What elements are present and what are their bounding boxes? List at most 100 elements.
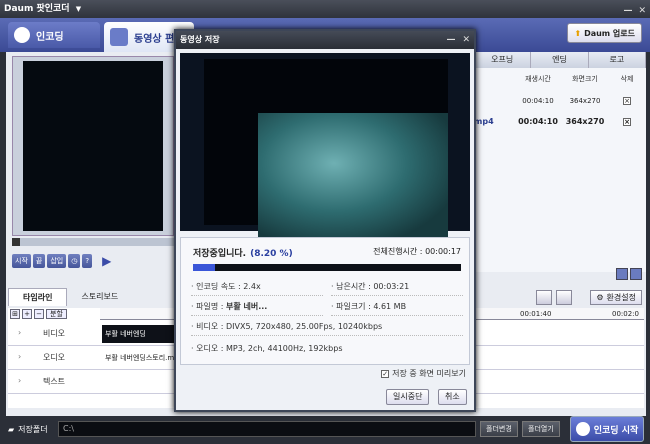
header-delete: 삭제 — [620, 75, 634, 83]
stat-video: · 비디오 : DIVX5, 720x480, 25.00Fps, 10240k… — [191, 318, 463, 336]
chevron-right-icon[interactable]: › — [18, 352, 21, 361]
seek-bar[interactable] — [12, 238, 174, 246]
status-label: 저장중입니다. — [193, 249, 247, 259]
preview-while-saving[interactable]: ✓ 저장 중 화면 미리보기 — [381, 368, 466, 379]
track-label: 텍스트 — [42, 377, 66, 386]
env-settings-label: 환경설정 — [606, 293, 636, 302]
total-time-value: 00:00:17 — [425, 247, 461, 256]
daum-upload-button[interactable]: ⬆ Daum 업로드 — [567, 23, 642, 43]
title-menu-arrow[interactable]: ▼ — [76, 5, 81, 13]
stat-audio: · 오디오 : MP3, 2ch, 44100Hz, 192kbps — [191, 344, 343, 353]
tab-encoding[interactable]: 인코딩 — [8, 22, 100, 48]
set-start-button[interactable]: 시작 — [12, 254, 31, 268]
clip-size: 364x270 — [569, 97, 601, 105]
total-time: 전체진행시간 : 00:00:17 — [373, 246, 461, 257]
chevron-right-icon[interactable]: › — [18, 328, 21, 337]
stat-speed: · 인코딩 속도 : 2.4x — [191, 278, 323, 296]
clock-icon[interactable]: ◷ — [68, 254, 81, 268]
filesize-label: 파일크기 : — [336, 302, 371, 311]
tab-timeline[interactable]: 타임라인 — [8, 288, 68, 306]
edit-tools-icon — [110, 28, 128, 46]
change-folder-button[interactable]: 폴더변경 — [480, 421, 518, 437]
folder-icon[interactable] — [536, 290, 552, 305]
set-end-button[interactable]: 끝 — [32, 254, 46, 268]
save-icon[interactable] — [556, 290, 572, 305]
preview-scene — [258, 113, 448, 239]
remaining-label: 남은시간 : — [336, 282, 371, 291]
speed-value: 2.4x — [243, 282, 261, 291]
video-clip[interactable]: 부활 네버엔딩 — [102, 324, 182, 343]
folder-label-text: 저장폴더 — [18, 425, 48, 434]
dialog-close-button[interactable]: ✕ — [462, 31, 470, 49]
open-folder-button[interactable]: 폴더열기 — [522, 421, 560, 437]
list-item[interactable]: 00:04:10 364x270 × — [474, 94, 646, 108]
video-value: DIVX5, 720x480, 25.00Fps, 10240kbps — [225, 322, 383, 331]
help-button[interactable]: ? — [82, 254, 93, 268]
preview-checkbox[interactable]: ✓ — [381, 369, 390, 378]
split-label: 분할 — [50, 310, 63, 318]
track-label: 오디오 — [42, 353, 66, 362]
tab-storyboard[interactable]: 스토리보드 — [67, 288, 132, 306]
clip-duration: 00:04:10 — [518, 116, 558, 126]
bottom-bar: ▰ 저장폴더 C:\ 폴더변경 폴더열기 인코딩 시작 — [0, 416, 650, 444]
folder-icon: ▰ — [8, 425, 15, 434]
chevron-right-icon[interactable]: › — [18, 376, 21, 385]
stat-remaining: · 남은시간 : 00:03:21 — [331, 278, 463, 296]
list-view-icon[interactable] — [630, 268, 642, 280]
clip-name: mp4 — [474, 116, 494, 126]
upload-label: Daum 업로드 — [584, 28, 635, 38]
filesize-value: 4.61 MB — [373, 302, 407, 311]
film-reel-icon — [14, 27, 30, 43]
tab-opening[interactable]: 오프닝 — [474, 52, 532, 68]
grid-view-icon[interactable] — [616, 268, 628, 280]
header-resolution: 화면크기 — [572, 75, 598, 83]
list-item[interactable]: mp4 00:04:10 364x270 × — [474, 114, 646, 128]
filename-label: 파일명 : — [196, 302, 224, 311]
save-folder-input[interactable]: C:\ — [58, 421, 476, 437]
video-preview — [12, 56, 174, 236]
upload-arrow-icon: ⬆ — [574, 28, 582, 38]
zoom-in-icon[interactable]: + — [22, 309, 32, 319]
progress-percent: (8.20 %) — [250, 249, 293, 259]
zoom-out-icon[interactable]: − — [34, 309, 44, 319]
environment-settings-button[interactable]: ⚙ 환경설정 — [590, 290, 642, 305]
audio-clip[interactable]: 부활 네버엔딩스토리.m — [102, 348, 182, 367]
tab-logo[interactable]: 로고 — [588, 52, 646, 68]
film-reel-icon — [575, 422, 590, 436]
video-label: 비디오 : — [196, 322, 224, 331]
audio-clip-label: 부활 네버엔딩스토리.m — [105, 353, 175, 362]
fit-icon[interactable]: ⊞ — [10, 309, 20, 319]
split-button[interactable]: 분할 — [46, 309, 67, 319]
ruler-tick: 00:02:0 — [612, 310, 639, 318]
cancel-button[interactable]: 취소 — [438, 389, 467, 405]
dialog-video-preview — [180, 53, 470, 239]
ruler-tick: 00:01:40 — [520, 310, 552, 318]
delete-icon[interactable]: × — [623, 97, 631, 105]
progress-bar — [193, 264, 461, 271]
pause-button[interactable]: 일시중단 — [386, 389, 430, 405]
play-icon[interactable]: ▶ — [102, 254, 111, 268]
app-title: Daum 팟인코더 — [4, 4, 70, 14]
video-clip-label: 부활 네버엔딩 — [105, 329, 146, 338]
total-time-label: 전체진행시간 : — [373, 247, 423, 256]
stat-filename: · 파일명 : 부활 네버... — [191, 298, 323, 316]
delete-icon[interactable]: × — [623, 117, 631, 126]
start-encoding-button[interactable]: 인코딩 시작 — [570, 416, 644, 442]
insert-button[interactable]: 삽입 — [47, 254, 67, 268]
seek-handle[interactable] — [12, 238, 20, 246]
audio-value: MP3, 2ch, 44100Hz, 192kbps — [225, 344, 343, 353]
save-video-dialog: 동영상 저장 — ✕ 저장중입니다. (8.20 %) 전체진행시간 : 00:0… — [174, 29, 476, 412]
dialog-minimize-button[interactable]: — — [446, 31, 455, 49]
status-text: 저장중입니다. (8.20 %) — [193, 246, 293, 259]
app-titlebar: Daum 팟인코더 ▼ — ✕ — [0, 0, 650, 18]
remaining-value: 00:03:21 — [373, 282, 410, 291]
audio-label: 오디오 : — [196, 344, 224, 353]
tab-ending[interactable]: 엔딩 — [531, 52, 589, 68]
clip-duration: 00:04:10 — [522, 97, 554, 105]
tab-encoding-label: 인코딩 — [36, 31, 64, 43]
track-label: 비디오 — [42, 329, 66, 338]
start-encoding-label: 인코딩 시작 — [593, 425, 639, 436]
encoding-stats: · 인코딩 속도 : 2.4x · 남은시간 : 00:03:21 · 파일명 … — [191, 278, 463, 362]
speed-label: 인코딩 속도 : — [196, 282, 241, 291]
preview-screen — [23, 61, 163, 231]
